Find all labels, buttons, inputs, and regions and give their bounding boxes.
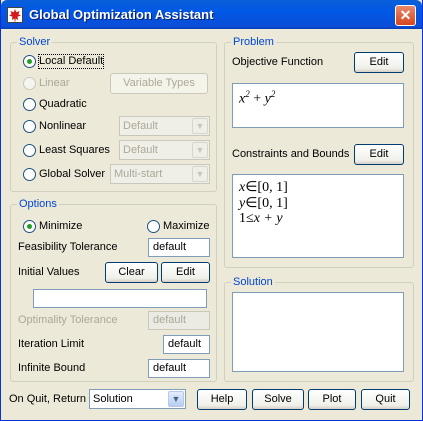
chevron-down-icon[interactable]: ▼ (192, 166, 208, 182)
minimize-label: Minimize (39, 220, 83, 232)
on-quit-return-label: On Quit, Return (9, 393, 87, 405)
local-default-radio[interactable] (23, 55, 36, 68)
quit-button[interactable]: Quit (361, 389, 410, 410)
local-default-label[interactable]: Local Default (37, 54, 105, 69)
feasibility-tolerance-label: Feasibility Tolerance (18, 241, 118, 253)
least-squares-radio[interactable] (23, 144, 36, 157)
constraint-line: 1≤x + y (239, 211, 283, 226)
nonlinear-method-select[interactable]: Default ▼ (119, 116, 210, 136)
quadratic-radio[interactable] (23, 98, 36, 111)
optimality-tolerance-label: Optimality Tolerance (18, 314, 118, 326)
least-squares-label: Least Squares (39, 144, 110, 156)
nonlinear-method-value: Default (123, 120, 158, 132)
close-button[interactable]: ✕ (395, 5, 416, 26)
minimize-radio[interactable] (23, 220, 36, 233)
iteration-limit-label: Iteration Limit (18, 338, 85, 350)
maximize-label: Maximize (163, 220, 210, 232)
objective-expression: x2 + y2 (239, 89, 276, 107)
optimality-tolerance-input[interactable]: default (148, 311, 210, 330)
global-method-value: Multi-start (114, 168, 163, 180)
maple-leaf-icon (7, 7, 23, 23)
chevron-down-icon[interactable]: ▼ (192, 118, 208, 134)
help-button[interactable]: Help (197, 389, 247, 410)
constraints-bounds-label: Constraints and Bounds (232, 148, 350, 160)
infinite-bound-label: Infinite Bound (18, 362, 86, 374)
on-quit-return-select[interactable]: Solution ▼ (89, 389, 186, 409)
window-title: Global Optimization Assistant (29, 7, 214, 22)
optimization-assistant-window: Global Optimization Assistant ✕ Solver L… (0, 0, 423, 421)
linear-label: Linear (39, 77, 70, 89)
global-solver-radio[interactable] (23, 168, 36, 181)
title-bar[interactable]: Global Optimization Assistant ✕ (1, 0, 422, 29)
feasibility-tolerance-input[interactable]: default (148, 238, 210, 257)
maximize-radio[interactable] (147, 220, 160, 233)
edit-objective-button[interactable]: Edit (354, 52, 404, 73)
initial-values-input[interactable] (33, 289, 207, 308)
global-solver-label: Global Solver (39, 168, 106, 180)
iteration-limit-input[interactable]: default (163, 335, 210, 354)
problem-legend: Problem (233, 36, 274, 48)
least-squares-method-value: Default (123, 144, 158, 156)
variable-types-button[interactable]: Variable Types (110, 73, 208, 94)
solve-button[interactable]: Solve (252, 389, 304, 410)
chevron-down-icon[interactable]: ▼ (192, 142, 208, 158)
nonlinear-label: Nonlinear (39, 120, 87, 132)
on-quit-return-value: Solution (93, 393, 133, 405)
plot-button[interactable]: Plot (308, 389, 356, 410)
objective-function-display[interactable]: x2 + y2 (232, 83, 404, 128)
close-icon: ✕ (399, 7, 412, 23)
objective-function-label: Objective Function (232, 56, 324, 68)
solver-legend: Solver (19, 36, 51, 48)
clear-initial-values-button[interactable]: Clear (105, 262, 158, 283)
constraint-line: x∈[0, 1] (239, 180, 288, 195)
solution-legend: Solution (233, 276, 273, 288)
initial-values-label: Initial Values (18, 266, 80, 278)
constraint-line: y∈[0, 1] (239, 196, 288, 211)
nonlinear-radio[interactable] (23, 120, 36, 133)
infinite-bound-input[interactable]: default (148, 359, 210, 378)
global-method-select[interactable]: Multi-start ▼ (110, 164, 210, 184)
constraints-display[interactable]: x∈[0, 1] y∈[0, 1] 1≤x + y (232, 174, 404, 258)
edit-initial-values-button[interactable]: Edit (161, 262, 210, 283)
least-squares-method-select[interactable]: Default ▼ (119, 140, 210, 160)
solution-display[interactable] (232, 292, 404, 372)
chevron-down-icon[interactable]: ▼ (168, 391, 184, 407)
edit-constraints-button[interactable]: Edit (354, 144, 404, 165)
options-legend: Options (19, 198, 57, 210)
linear-radio[interactable] (23, 77, 36, 90)
quadratic-label: Quadratic (39, 98, 87, 110)
